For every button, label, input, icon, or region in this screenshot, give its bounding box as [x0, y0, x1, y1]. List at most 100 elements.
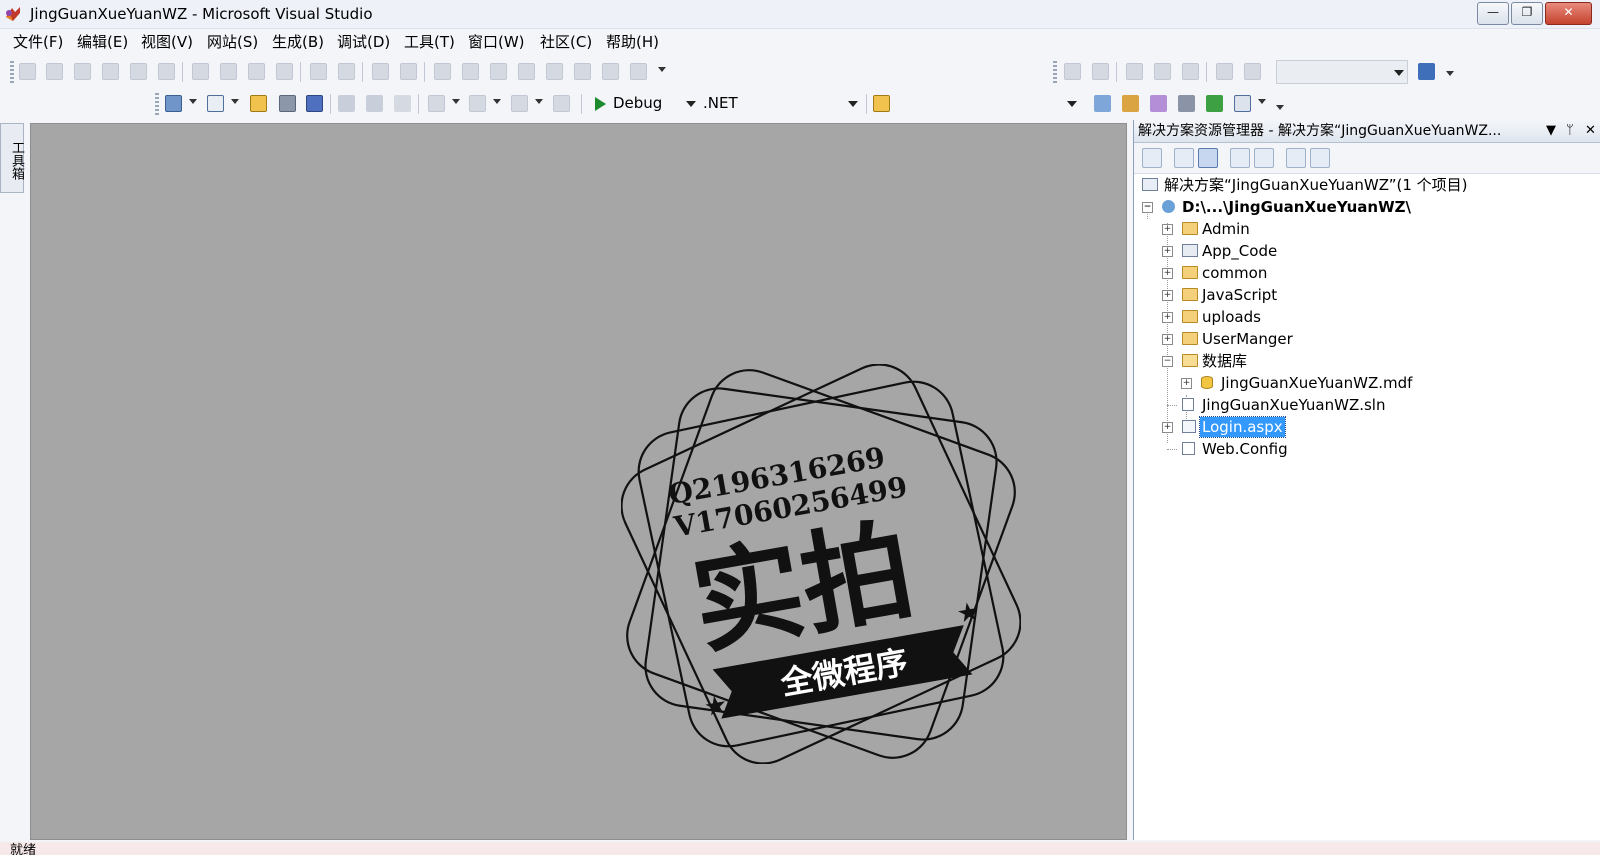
expand-icon[interactable]: + [1162, 224, 1173, 235]
toolbox-icon[interactable] [1178, 95, 1195, 112]
make-same-width-icon[interactable] [192, 63, 209, 80]
copy-website-icon[interactable] [1286, 148, 1306, 168]
menu-build[interactable]: 生成(B) [272, 33, 324, 51]
increase-spacing-icon[interactable] [338, 63, 355, 80]
align-centers-icon[interactable] [46, 63, 63, 80]
bring-to-front-icon[interactable] [490, 63, 507, 80]
add-item-icon[interactable] [207, 95, 224, 112]
navigate-dropdown-icon[interactable] [535, 99, 543, 104]
new-project-icon[interactable] [165, 95, 182, 112]
align-rights-icon[interactable] [74, 63, 91, 80]
expand-icon[interactable]: + [1162, 312, 1173, 323]
copy-icon[interactable] [366, 95, 383, 112]
solution-configuration-select[interactable]: Debug [613, 92, 699, 114]
menu-community[interactable]: 社区(C) [540, 33, 592, 51]
size-to-grid-icon[interactable] [276, 63, 293, 80]
redo-icon[interactable] [469, 95, 486, 112]
expand-icon[interactable]: + [1162, 422, 1173, 433]
find-in-files-icon[interactable] [873, 95, 890, 112]
properties-icon[interactable] [1142, 148, 1162, 168]
lock-controls-icon[interactable] [546, 63, 563, 80]
align-tops-icon[interactable] [102, 63, 119, 80]
view-designer-icon[interactable] [1254, 148, 1274, 168]
comment-out-icon[interactable] [1182, 63, 1199, 80]
menu-debug[interactable]: 调试(D) [337, 33, 390, 51]
editor-area[interactable]: Q2196316269 V17060256499 实拍 全微程序 ★ ★ [30, 123, 1127, 840]
menu-website[interactable]: 网站(S) [207, 33, 258, 51]
new-project-dropdown-icon[interactable] [189, 99, 197, 104]
make-same-size-icon[interactable] [248, 63, 265, 80]
asp-net-configuration-icon[interactable] [1310, 148, 1330, 168]
tab-order-icon[interactable] [574, 63, 591, 80]
start-debugging-icon[interactable] [595, 97, 606, 111]
open-file-icon[interactable] [250, 95, 267, 112]
toolbar-options-icon[interactable] [658, 67, 666, 72]
solution-platform-select[interactable]: .NET [703, 92, 861, 114]
target-schema-select[interactable] [1276, 60, 1408, 84]
toolbar-grip[interactable] [10, 61, 14, 83]
menu-tools[interactable]: 工具(T) [404, 33, 455, 51]
close-button[interactable]: ✕ [1545, 2, 1592, 25]
close-icon[interactable]: ✕ [1585, 120, 1596, 142]
expand-icon[interactable]: + [1162, 334, 1173, 345]
bookmark-icon[interactable] [1216, 63, 1233, 80]
toolbar-grip[interactable] [155, 93, 159, 115]
find-icon[interactable] [1094, 95, 1111, 112]
center-vertically-icon[interactable] [462, 63, 479, 80]
align-bottoms-icon[interactable] [158, 63, 175, 80]
vertical-spacing-icon[interactable] [372, 63, 389, 80]
text-editor-icon[interactable] [1064, 63, 1081, 80]
nest-related-files-icon[interactable] [1198, 148, 1218, 168]
make-same-height-icon[interactable] [220, 63, 237, 80]
maximize-button[interactable]: ❐ [1511, 2, 1543, 25]
toolbar-grip[interactable] [1053, 61, 1057, 83]
expand-icon[interactable]: + [1181, 378, 1192, 389]
refresh-icon[interactable] [1174, 148, 1194, 168]
navigate-forward-icon[interactable] [553, 95, 570, 112]
toolbar-options-icon[interactable] [1276, 105, 1284, 110]
toolbar-options-icon[interactable] [1446, 71, 1454, 76]
comment-icon[interactable] [630, 63, 647, 80]
toolbox-tab[interactable]: 工具箱 [0, 123, 24, 193]
solution-explorer-icon[interactable] [1122, 95, 1139, 112]
expand-icon[interactable]: + [1162, 268, 1173, 279]
decrease-spacing-icon[interactable] [400, 63, 417, 80]
minimize-button[interactable]: — [1477, 2, 1509, 25]
align-lefts-icon[interactable] [19, 63, 36, 80]
class-view-icon[interactable] [1234, 95, 1251, 112]
collapse-icon[interactable]: − [1162, 356, 1173, 367]
add-item-dropdown-icon[interactable] [231, 99, 239, 104]
menu-edit[interactable]: 编辑(E) [77, 33, 128, 51]
text-editor-icon[interactable] [1092, 63, 1109, 80]
outdent-icon[interactable] [1126, 63, 1143, 80]
class-view-dropdown-icon[interactable] [1258, 99, 1266, 104]
menu-view[interactable]: 视图(V) [141, 33, 193, 51]
undo-icon[interactable] [428, 95, 445, 112]
find-combo[interactable] [900, 92, 1080, 114]
pin-icon[interactable]: ᛘ [1566, 120, 1574, 142]
bookmark-next-icon[interactable] [1244, 63, 1261, 80]
start-page-icon[interactable] [1206, 95, 1223, 112]
cut-icon[interactable] [338, 95, 355, 112]
undo-dropdown-icon[interactable] [452, 99, 460, 104]
send-to-back-icon[interactable] [518, 63, 535, 80]
accessibility-check-icon[interactable] [1418, 63, 1435, 80]
expand-icon[interactable]: + [1162, 290, 1173, 301]
save-icon[interactable] [279, 95, 296, 112]
navigate-backward-icon[interactable] [511, 95, 528, 112]
center-horizontally-icon[interactable] [434, 63, 451, 80]
menu-help[interactable]: 帮助(H) [606, 33, 659, 51]
view-code-icon[interactable] [1230, 148, 1250, 168]
paste-icon[interactable] [394, 95, 411, 112]
layer-icon[interactable] [602, 63, 619, 80]
indent-icon[interactable] [1154, 63, 1171, 80]
save-all-icon[interactable] [306, 95, 323, 112]
align-middles-icon[interactable] [130, 63, 147, 80]
expand-icon[interactable]: + [1162, 246, 1173, 257]
dropdown-icon[interactable]: ▼ [1546, 120, 1556, 142]
redo-dropdown-icon[interactable] [493, 99, 501, 104]
menu-file[interactable]: 文件(F) [13, 33, 63, 51]
properties-window-icon[interactable] [1150, 95, 1167, 112]
menu-window[interactable]: 窗口(W) [468, 33, 525, 51]
collapse-icon[interactable]: − [1142, 202, 1153, 213]
